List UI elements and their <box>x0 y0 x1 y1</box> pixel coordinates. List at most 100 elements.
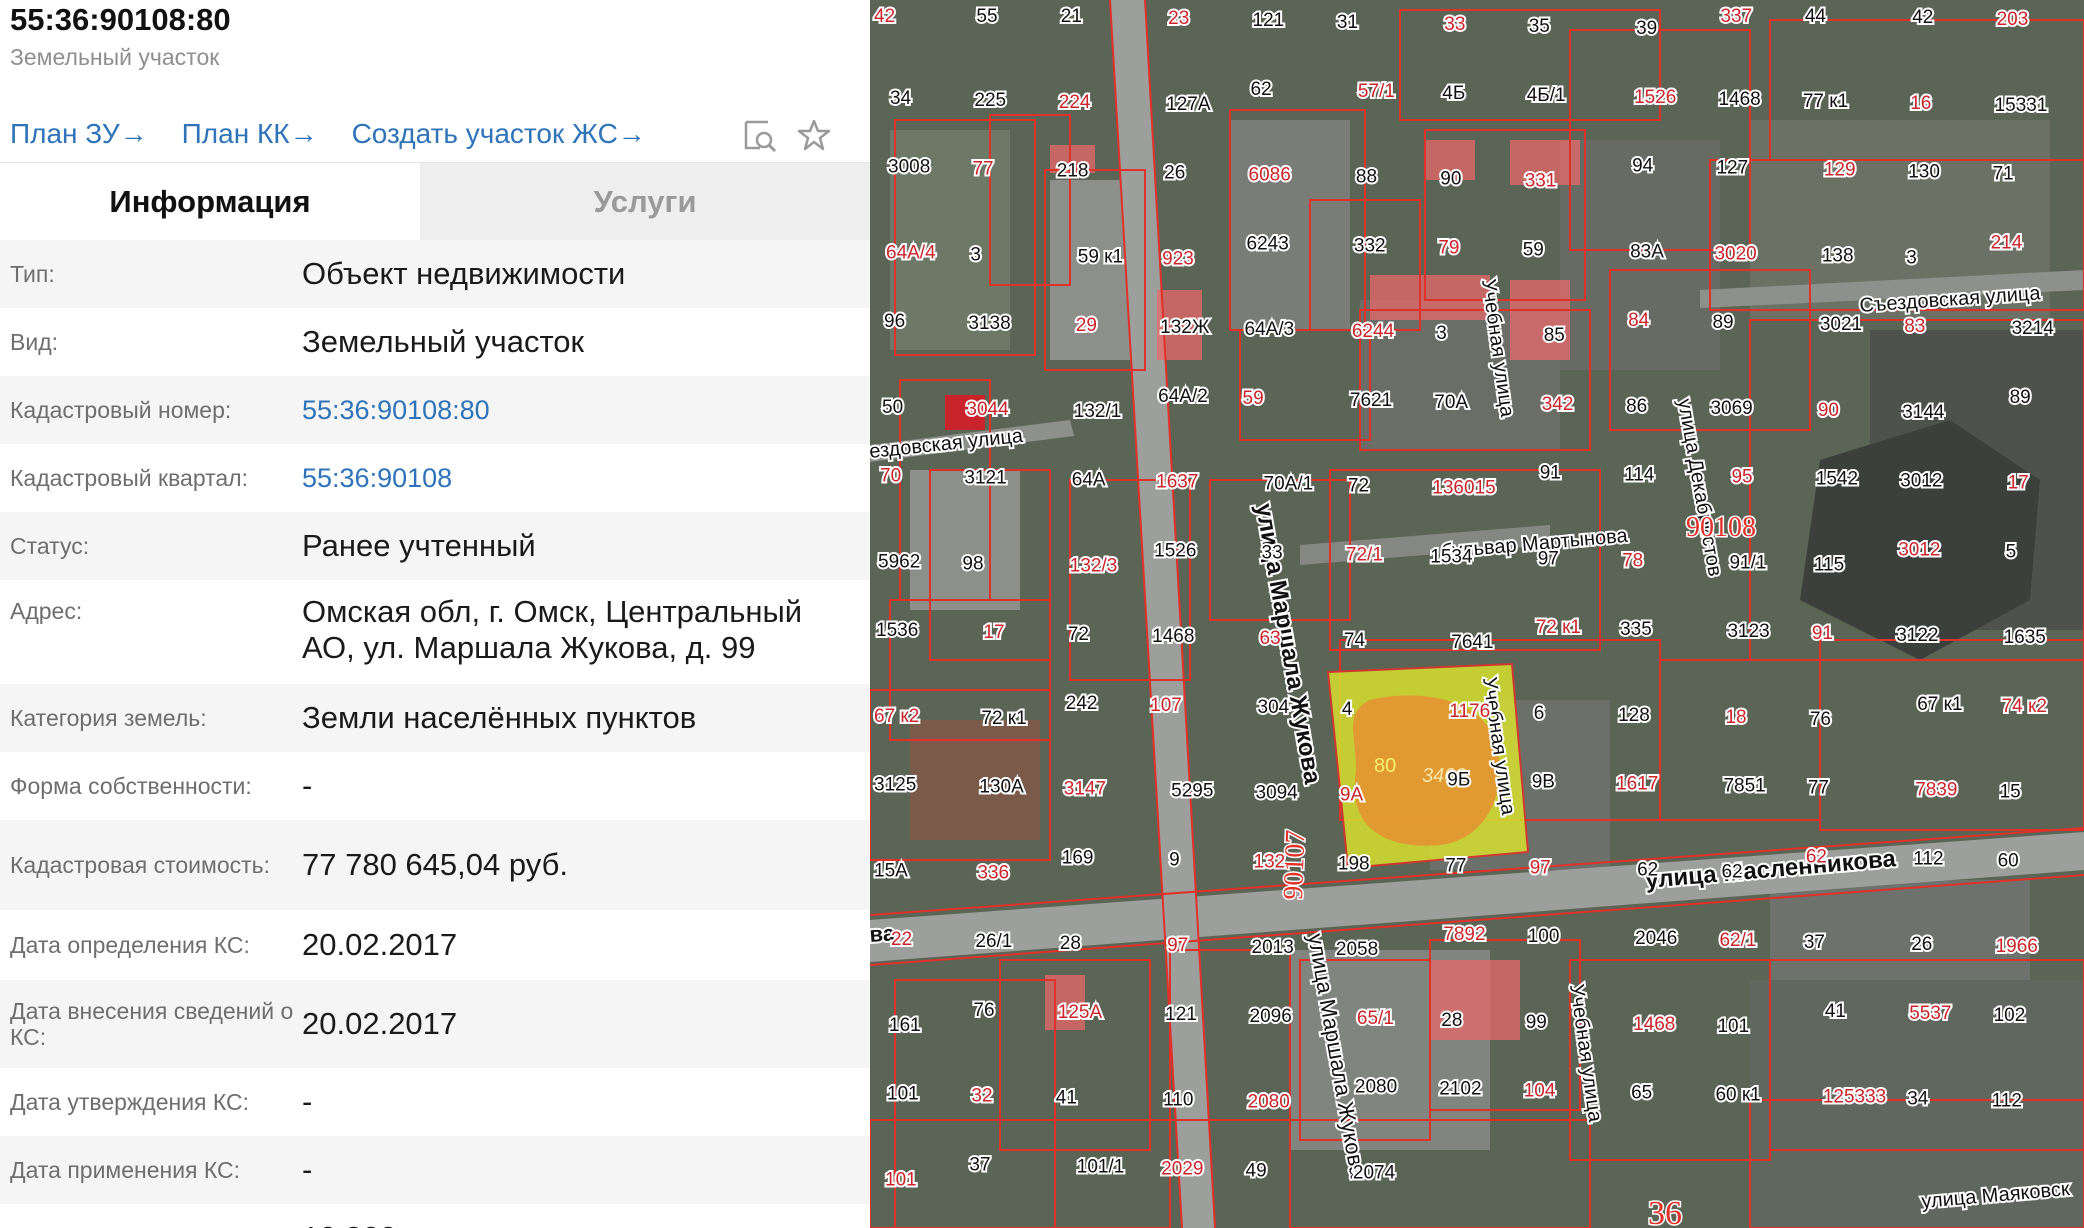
parcel-number-label[interactable]: 3 <box>968 242 983 267</box>
parcel-number-label[interactable]: 31 <box>1335 10 1360 35</box>
parcel-number-label[interactable]: 125333 <box>1821 1085 1888 1110</box>
parcel-number-label[interactable]: 4Б/1 <box>1525 83 1568 108</box>
parcel-number-label[interactable]: 3123 <box>1725 619 1771 644</box>
parcel-number-label[interactable]: 336 <box>975 860 1011 885</box>
parcel-number-label[interactable]: 3121 <box>962 466 1008 491</box>
parcel-number-label[interactable]: 65 <box>1629 1081 1654 1106</box>
parcel-number-label[interactable]: 3122 <box>1894 623 1940 648</box>
parcel-number-label[interactable]: 49 <box>1244 1158 1269 1183</box>
parcel-number-label[interactable]: 90 <box>1438 167 1463 192</box>
cad-number-link[interactable]: 55:36:90108:80 <box>302 392 870 428</box>
parcel-number-label[interactable]: 6086 <box>1247 163 1293 188</box>
parcel-number-label[interactable]: 9 <box>1167 847 1182 872</box>
parcel-number-label[interactable]: 15331 <box>1993 93 2050 118</box>
parcel-number-label[interactable]: 76 <box>1808 707 1833 732</box>
parcel-number-label[interactable]: 33 <box>1442 12 1467 37</box>
parcel-number-label[interactable]: 7839 <box>1913 778 1959 803</box>
parcel-number-label[interactable]: 91 <box>1538 461 1563 486</box>
parcel-number-label[interactable]: 3094 <box>1254 781 1301 806</box>
parcel-number-label[interactable]: 26 <box>1909 932 1934 957</box>
parcel-number-label[interactable]: 104 <box>1522 1079 1558 1104</box>
parcel-number-label[interactable]: 331 <box>1523 169 1559 194</box>
parcel-number-label[interactable]: 125А <box>1056 1000 1105 1025</box>
parcel-number-label[interactable]: 62 <box>1249 77 1274 102</box>
parcel-number-label[interactable]: 218 <box>1055 159 1091 184</box>
parcel-number-label[interactable]: 3 <box>1434 321 1449 346</box>
parcel-number-label[interactable]: 78 <box>1620 548 1645 573</box>
parcel-number-label[interactable]: 1542 <box>1814 467 1860 492</box>
parcel-number-label[interactable]: 128 <box>1616 703 1652 728</box>
parcel-number-label[interactable]: 76 <box>971 998 996 1023</box>
parcel-number-label[interactable]: 34 <box>888 86 914 111</box>
parcel-number-label[interactable]: 59 к1 <box>1076 244 1125 269</box>
parcel-number-label[interactable]: 35 <box>1527 14 1552 39</box>
parcel-number-label[interactable]: 225 <box>972 88 1008 113</box>
parcel-number-label[interactable]: 88 <box>1354 165 1379 190</box>
parcel-number-label[interactable]: 65/1 <box>1355 1006 1396 1031</box>
parcel-number-label[interactable]: 71 <box>1991 162 2016 187</box>
parcel-number-label[interactable]: 3144 <box>1900 400 1947 425</box>
parcel-number-label[interactable]: 5962 <box>876 549 922 574</box>
parcel-number-label[interactable]: 42 <box>1910 5 1935 30</box>
parcel-number-label[interactable]: 63 <box>1258 626 1283 651</box>
parcel-number-label[interactable]: 16 <box>1908 91 1933 116</box>
parcel-number-label[interactable]: 34 <box>1905 1087 1931 1112</box>
parcel-number-label[interactable]: 83 <box>1902 314 1927 339</box>
parcel-number-label[interactable]: 2013 <box>1250 935 1296 960</box>
parcel-number-label[interactable]: 304 <box>1256 695 1292 720</box>
parcel-number-label[interactable]: 44 <box>1803 4 1829 29</box>
parcel-number-label[interactable]: 28 <box>1439 1008 1464 1033</box>
parcel-number-label[interactable]: 89 <box>2008 385 2033 410</box>
parcel-number-label[interactable]: 214 <box>1989 230 2025 255</box>
parcel-number-label[interactable]: 335 <box>1618 617 1654 642</box>
parcel-number-label[interactable]: 86 <box>1624 394 1649 419</box>
parcel-number-label[interactable]: 18 <box>1723 705 1748 730</box>
parcel-number-label[interactable]: 77 <box>970 157 995 182</box>
parcel-number-label[interactable]: 15 <box>1998 780 2023 805</box>
parcel-number-label[interactable]: 89 <box>1710 310 1735 335</box>
parcel-number-label[interactable]: 70А/1 <box>1262 472 1316 497</box>
parcel-number-label[interactable]: 1534 <box>1428 544 1475 569</box>
parcel-number-label[interactable]: 77 к1 <box>1801 89 1850 114</box>
parcel-number-label[interactable]: 1526 <box>1632 85 1678 110</box>
parcel-number-label[interactable]: 132Ж <box>1158 315 1212 340</box>
parcel-number-label[interactable]: 70А <box>1432 390 1470 415</box>
parcel-number-label[interactable]: 64А/4 <box>884 240 938 265</box>
parcel-number-label[interactable]: 26/1 <box>973 929 1014 954</box>
parcel-number-label[interactable]: 107 <box>1148 693 1184 718</box>
parcel-number-label[interactable]: 42 <box>872 4 897 29</box>
parcel-number-label[interactable]: 169 <box>1060 845 1096 870</box>
parcel-number-label[interactable]: 342 <box>1540 392 1576 417</box>
parcel-number-label[interactable]: 15А <box>872 858 910 883</box>
parcel-number-label[interactable]: 96 <box>882 309 907 334</box>
parcel-number-label[interactable]: 6244 <box>1350 319 1397 344</box>
document-search-icon[interactable] <box>742 118 778 154</box>
parcel-number-label[interactable]: 95 <box>1729 465 1754 490</box>
parcel-number-label[interactable]: 2058 <box>1334 937 1380 962</box>
parcel-number-label[interactable]: 62 <box>1635 857 1660 882</box>
parcel-number-label[interactable]: 3012 <box>1898 469 1944 494</box>
parcel-number-label[interactable]: 72 <box>1346 474 1371 499</box>
parcel-number-label[interactable]: 91 <box>1810 621 1835 646</box>
map-canvas[interactable]: 80 3400 улица Маршала Жукова улица Марша… <box>870 0 2084 1228</box>
parcel-number-label[interactable]: 79 <box>1436 235 1461 260</box>
parcel-number-label[interactable]: 5 <box>2004 539 2019 564</box>
create-zhs-link[interactable]: Создать участок ЖС→ <box>352 118 646 158</box>
parcel-number-label[interactable]: 115 <box>1812 552 1846 577</box>
parcel-number-label[interactable]: 62 <box>1719 859 1744 884</box>
parcel-number-label[interactable]: 2029 <box>1159 1156 1205 1181</box>
parcel-number-label[interactable]: 1468 <box>1150 624 1196 649</box>
parcel-number-label[interactable]: 100 <box>1526 924 1562 949</box>
parcel-number-label[interactable]: 2102 <box>1437 1077 1483 1102</box>
parcel-number-label[interactable]: 22 <box>889 927 914 952</box>
parcel-number-label[interactable]: 6243 <box>1245 231 1291 256</box>
parcel-number-label[interactable]: 91/1 <box>1727 550 1768 575</box>
parcel-number-label[interactable]: 23 <box>1166 6 1191 31</box>
parcel-number-label[interactable]: 2046 <box>1633 926 1679 951</box>
parcel-number-label[interactable]: 3214 <box>2010 316 2057 341</box>
plan-zu-link[interactable]: План ЗУ→ <box>10 118 148 158</box>
parcel-number-label[interactable]: 2080 <box>1246 1090 1292 1115</box>
parcel-number-label[interactable]: 3138 <box>966 311 1012 336</box>
parcel-number-label[interactable]: 1966 <box>1994 934 2040 959</box>
parcel-number-label[interactable]: 72 к1 <box>979 706 1028 731</box>
